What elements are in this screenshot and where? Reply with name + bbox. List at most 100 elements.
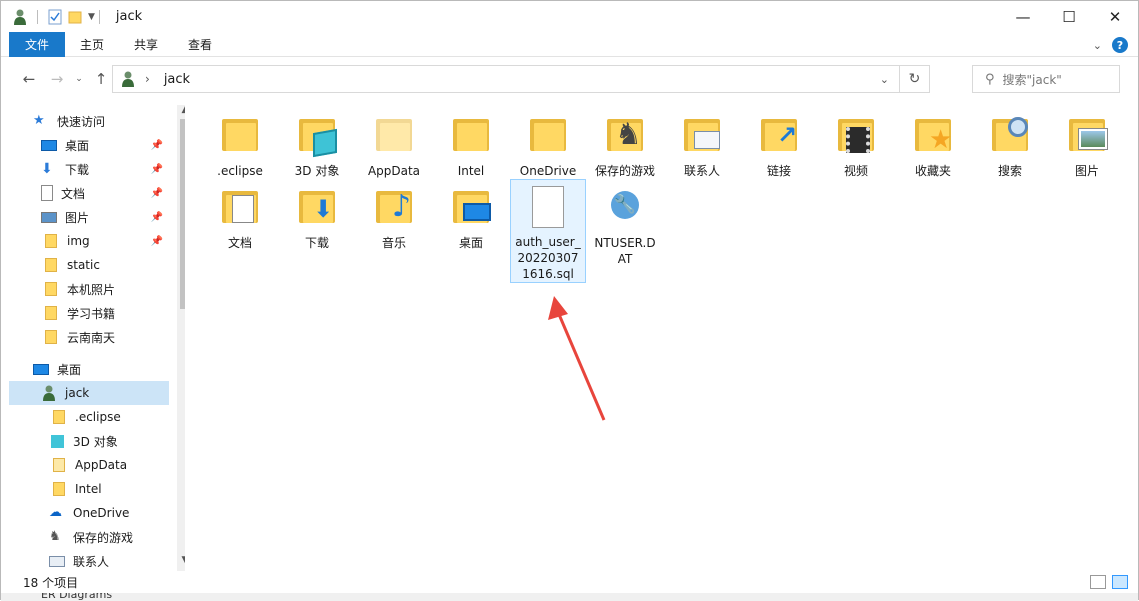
searches-icon — [986, 111, 1034, 159]
back-button[interactable]: ← — [17, 67, 41, 91]
desktop-icon — [33, 363, 49, 375]
sidebar-item-desktop-root[interactable]: 桌面 — [33, 357, 169, 381]
scrollbar-thumb[interactable] — [180, 119, 185, 309]
search-icon: ⚲ — [985, 71, 995, 87]
file-item[interactable]: 搜索 — [972, 111, 1048, 179]
sidebar-item-contacts[interactable]: 联系人 — [49, 549, 169, 571]
tab-view[interactable]: 查看 — [173, 32, 227, 57]
file-item[interactable]: ↗ 链接 — [741, 111, 817, 179]
sidebar-item-downloads[interactable]: ⬇ 下载 📌 — [41, 157, 169, 181]
file-label: AppData — [367, 164, 421, 178]
close-button[interactable]: ✕ — [1092, 1, 1138, 32]
sidebar-item-label: OneDrive — [73, 506, 130, 520]
large-icons-view-icon[interactable] — [1112, 575, 1128, 589]
file-item[interactable]: .eclipse — [202, 111, 278, 179]
folder-icon — [45, 282, 57, 296]
address-bar[interactable]: › jack ⌄ ↻ — [112, 65, 930, 93]
pin-icon[interactable]: 📌 — [151, 188, 163, 199]
file-item[interactable]: OneDrive — [510, 111, 586, 179]
sidebar-item-label: Intel — [75, 482, 102, 496]
file-item[interactable]: 3D 对象 — [279, 111, 355, 179]
file-label: 3D 对象 — [294, 164, 340, 178]
sidebar-item-appdata[interactable]: AppData — [49, 453, 169, 477]
new-folder-icon[interactable] — [68, 10, 82, 24]
file-item[interactable]: Intel — [433, 111, 509, 179]
tab-share[interactable]: 共享 — [119, 32, 173, 57]
maximize-button[interactable]: ☐ — [1046, 1, 1092, 32]
file-item-selected[interactable]: auth_user_202203071616.sql — [510, 179, 586, 283]
sidebar-item-jack[interactable]: jack — [9, 381, 169, 405]
search-box[interactable]: ⚲ 搜索"jack" — [972, 65, 1120, 93]
file-label: Intel — [457, 164, 485, 178]
forward-button[interactable]: → — [45, 67, 69, 91]
sidebar-item-img[interactable]: img 📌 — [41, 229, 169, 253]
breadcrumb-jack[interactable]: jack — [164, 72, 190, 87]
sidebar-item-pictures[interactable]: 图片 📌 — [41, 205, 169, 229]
pin-icon[interactable]: 📌 — [151, 212, 163, 223]
sidebar-item-intel[interactable]: Intel — [49, 477, 169, 501]
sidebar-item-label: 快速访问 — [57, 114, 106, 129]
file-item[interactable]: ♞ 保存的游戏 — [587, 111, 663, 179]
contacts-icon — [49, 555, 65, 567]
file-item[interactable]: ★ 收藏夹 — [895, 111, 971, 179]
help-icon[interactable]: ? — [1112, 37, 1128, 53]
recent-locations-button[interactable]: ⌄ — [67, 67, 91, 91]
breadcrumb-chevron-icon[interactable]: › — [145, 72, 150, 86]
sidebar-item-documents[interactable]: 文档 📌 — [41, 181, 169, 205]
details-view-icon[interactable] — [1090, 575, 1106, 589]
sidebar-item-label: 保存的游戏 — [73, 530, 134, 545]
minimize-button[interactable]: — — [1000, 1, 1046, 32]
folder-icon — [45, 306, 57, 320]
sidebar-item-static[interactable]: static — [41, 253, 169, 277]
folder-icon — [53, 482, 65, 496]
saved-games-icon: ♞ — [601, 111, 649, 159]
user-folder-icon — [14, 9, 26, 25]
sidebar-item-3d-objects[interactable]: 3D 对象 — [49, 429, 169, 453]
folder-icon — [45, 258, 57, 272]
ribbon-tabs: 文件 主页 共享 查看 ⌄ ? — [1, 31, 1138, 57]
scroll-down-icon[interactable]: ▼ — [177, 555, 185, 569]
toolbar-separator — [37, 9, 38, 24]
sidebar-item-desktop[interactable]: 桌面 📌 — [41, 133, 169, 157]
file-item[interactable]: ♪ 音乐 — [356, 183, 432, 251]
file-item[interactable]: 🔧 NTUSER.DAT — [587, 183, 663, 267]
expand-ribbon-icon[interactable]: ⌄ — [1093, 39, 1102, 52]
window-controls: — ☐ ✕ — [1000, 1, 1138, 32]
sidebar-item-onedrive[interactable]: ☁ OneDrive — [49, 501, 169, 525]
file-item[interactable]: 桌面 — [433, 183, 509, 251]
pin-icon[interactable]: 📌 — [151, 140, 163, 151]
file-label: 桌面 — [458, 236, 483, 250]
sidebar-item-study-books[interactable]: 学习书籍 — [41, 301, 169, 325]
tab-file[interactable]: 文件 — [9, 31, 66, 57]
document-icon — [41, 185, 53, 201]
pin-icon[interactable]: 📌 — [151, 164, 163, 175]
folder-icon — [53, 458, 65, 472]
sidebar-item-eclipse[interactable]: .eclipse — [49, 405, 169, 429]
tab-home[interactable]: 主页 — [65, 32, 119, 57]
sidebar-item-yunnan-nantian[interactable]: 云南南天 — [41, 325, 169, 349]
up-button[interactable]: ↑ — [89, 67, 113, 91]
customize-toolbar-dropdown[interactable]: ▼ — [88, 12, 95, 22]
scroll-up-icon[interactable]: ▲ — [177, 105, 185, 119]
file-item[interactable]: 文档 — [202, 183, 278, 251]
file-item[interactable]: ⬇ 下载 — [279, 183, 355, 251]
sidebar-item-saved-games[interactable]: ♞ 保存的游戏 — [49, 525, 169, 549]
sidebar-item-label: 桌面 — [57, 362, 82, 377]
download-icon: ⬇ — [41, 161, 53, 177]
sidebar-item-local-photos[interactable]: 本机照片 — [41, 277, 169, 301]
desktop-icon — [447, 183, 495, 231]
sidebar-item-label: 桌面 — [65, 138, 90, 153]
address-dropdown-icon[interactable]: ⌄ — [880, 73, 889, 86]
sidebar-scrollbar[interactable]: ▲ ▼ — [177, 105, 185, 571]
file-label: 保存的游戏 — [594, 164, 655, 178]
properties-icon[interactable] — [48, 9, 62, 25]
sidebar-item-label: 3D 对象 — [73, 434, 118, 449]
file-label: 搜索 — [997, 164, 1022, 178]
file-item[interactable]: 视频 — [818, 111, 894, 179]
sidebar-item-quick-access[interactable]: ★ 快速访问 — [33, 109, 185, 133]
file-item[interactable]: 联系人 — [664, 111, 740, 179]
refresh-button[interactable]: ↻ — [899, 66, 929, 92]
file-item[interactable]: AppData — [356, 111, 432, 179]
pin-icon[interactable]: 📌 — [151, 236, 163, 247]
file-item[interactable]: 图片 — [1049, 111, 1125, 179]
